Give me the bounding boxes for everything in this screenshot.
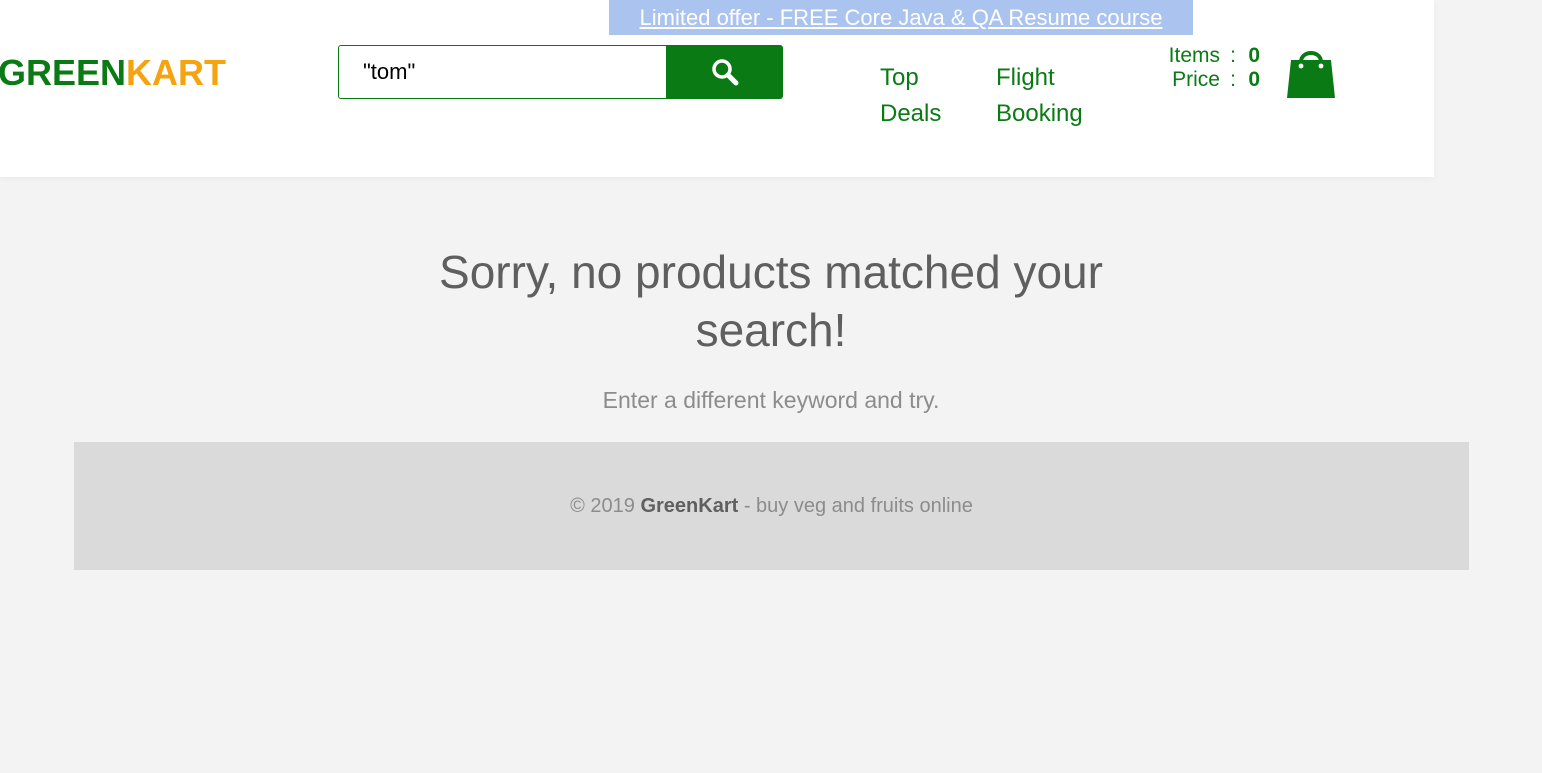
footer-suffix: - buy veg and fruits online [743,494,973,517]
search-box [338,45,666,99]
cart-price-label: Price [1172,68,1220,91]
cart-items-count: 0 [1248,44,1260,67]
cart-items-separator: : [1230,44,1236,67]
logo-part-orange: KART [126,52,227,93]
footer-copyright: © 2019 GreenKart - buy veg and fruits on… [570,495,973,518]
header: Limited offer - FREE Core Java & QA Resu… [0,0,1434,177]
cart-items-label: Items [1168,44,1220,67]
no-results-title: Sorry, no products matched your search! [439,246,1103,356]
logo-part-green: GREEN [0,52,127,93]
cart-summary: Items : 0 Price : 0 [1150,44,1260,92]
nav-top-deals-link[interactable]: Top Deals [880,60,960,132]
page: Limited offer - FREE Core Java & QA Resu… [0,0,1542,773]
search-icon [711,59,738,86]
search-input[interactable] [339,46,666,98]
cart-items-row: Items : 0 [1150,44,1260,68]
search-button[interactable] [666,45,783,99]
footer: © 2019 GreenKart - buy veg and fruits on… [74,442,1469,570]
shopping-bag-icon [1287,51,1335,98]
no-results-subtitle: Enter a different keyword and try. [602,387,940,413]
cart-price-row: Price : 0 [1150,68,1260,92]
cart-price-separator: : [1230,68,1236,91]
cart-button[interactable] [1285,44,1337,100]
cart-price-value: 0 [1248,68,1260,91]
promo-banner-link[interactable]: Limited offer - FREE Core Java & QA Resu… [609,0,1193,35]
brand-logo[interactable]: GREENKART [0,52,226,94]
footer-brand: GreenKart [640,494,739,517]
footer-prefix: © 2019 [570,494,635,517]
nav-flight-booking-link[interactable]: Flight Booking [996,60,1106,132]
